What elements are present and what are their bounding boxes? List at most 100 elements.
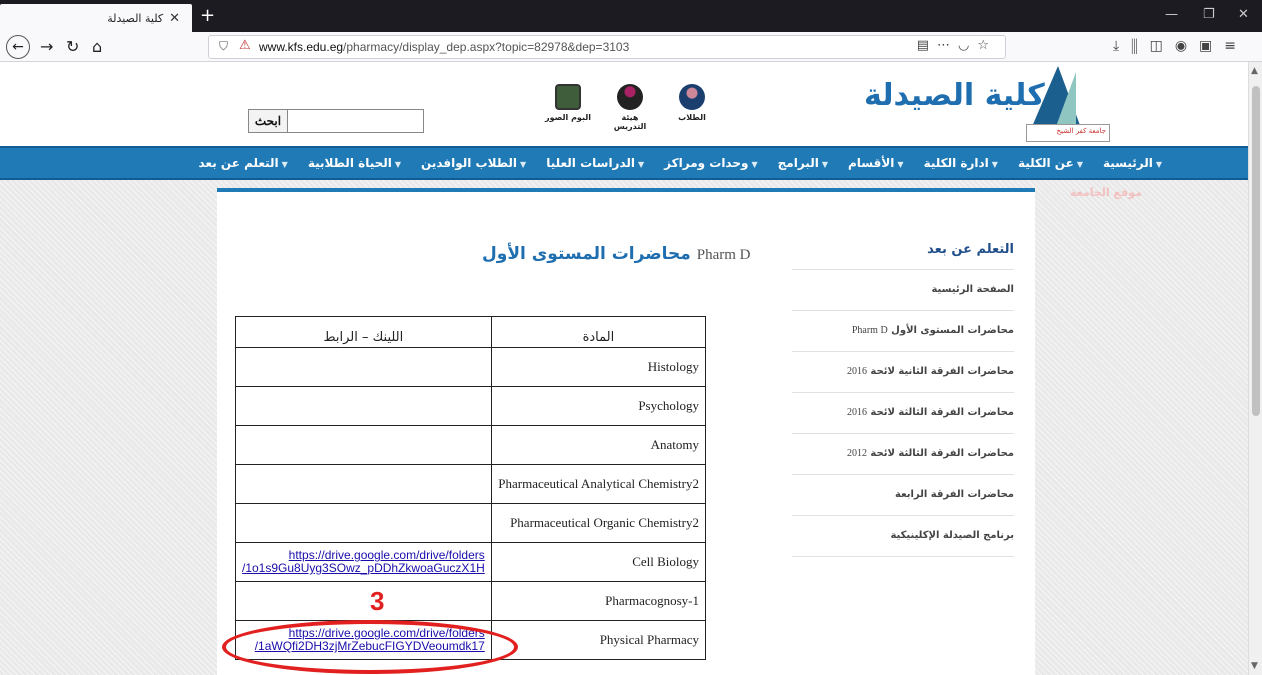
sidebar-item[interactable]: برنامج الصيدلة الإكلينيكية — [792, 516, 1014, 557]
browser-toolbar: ← → ↻ ⌂ ⛉ ⚠ www.kfs.edu.eg/pharmacy/disp… — [0, 32, 1262, 62]
sidebar-item-label: محاضرات المستوى الأول — [891, 325, 1014, 336]
link-cell — [235, 464, 492, 504]
nav-overflow-university-site[interactable]: موقع الجامعة — [1070, 186, 1142, 199]
sidebar-item[interactable]: محاضرات الفرقة الثالثة لائحة 2016 — [792, 393, 1014, 434]
faculty-staff-label: هيئة التدريس — [613, 113, 647, 131]
sidebar-item[interactable]: محاضرات الفرقة الثانية لائحة 2016 — [792, 352, 1014, 393]
insecure-lock-icon[interactable]: ⚠ — [239, 38, 251, 53]
search-input[interactable] — [288, 109, 424, 133]
url-text[interactable]: www.kfs.edu.eg/pharmacy/display_dep.aspx… — [259, 40, 629, 54]
nav-item[interactable]: الدراسات العليا ▼ — [536, 156, 654, 170]
downloads-icon[interactable]: ⤓ — [1113, 38, 1131, 54]
sidebar-item-label: الصفحة الرئيسية — [931, 284, 1014, 295]
back-icon[interactable]: ← — [6, 35, 30, 59]
students-label: الطلاب — [678, 113, 706, 122]
new-tab-button[interactable]: + — [200, 5, 215, 26]
nav-item[interactable]: الطلاب الوافدين ▼ — [411, 156, 536, 170]
site-logo[interactable]: كلية الصيدلة جامعة كفر الشيخ — [858, 66, 1120, 144]
scroll-thumb[interactable] — [1252, 86, 1260, 416]
table-row: Pharmaceutical Analytical Chemistry2 — [235, 464, 707, 504]
link-line-2: /1o1s9Gu8Uyg3SOwz_pDDhZkwoaGuczX1H — [242, 561, 485, 575]
close-window-icon[interactable]: ✕ — [1238, 7, 1249, 22]
nav-item[interactable]: التعلم عن بعد ▼ — [189, 156, 298, 170]
scroll-up-icon[interactable]: ▲ — [1251, 66, 1258, 76]
vertical-scrollbar[interactable]: ▲ ▼ — [1248, 62, 1262, 675]
logo-text: كلية الصيدلة — [864, 78, 1045, 113]
subject-cell: Histology — [490, 347, 707, 387]
forward-icon[interactable]: → — [40, 37, 53, 57]
page-title: محاضرات المستوى الأول Pharm D — [482, 244, 750, 264]
link-cell — [235, 347, 492, 387]
pocket-icon[interactable]: ◡ — [958, 38, 977, 53]
students-link[interactable]: الطلاب — [666, 84, 718, 122]
drive-folder-link[interactable]: https://drive.google.com/drive/folders/1… — [242, 548, 485, 575]
browser-tab-bar: كلية الصيدلة ✕ + — ❐ ✕ — [0, 0, 1262, 32]
extension-icon[interactable]: ▣ — [1199, 38, 1224, 54]
chevron-down-icon: ▼ — [751, 160, 758, 169]
link-cell — [235, 581, 492, 621]
toolbar-icons: ⤓⫼◫◉▣≡ — [1113, 38, 1248, 54]
annotation-ellipse — [222, 620, 518, 674]
table-row: https://drive.google.com/drive/folders/1… — [235, 542, 707, 582]
account-icon[interactable]: ◉ — [1175, 38, 1199, 54]
sidebar-item-label: محاضرات الفرقة الرابعة — [895, 489, 1014, 500]
subject-cell: Pharmacognosy-1 — [490, 581, 707, 621]
url-actions: ▤⋯◡☆ — [917, 38, 997, 53]
faculty-staff-link[interactable]: هيئة التدريس — [604, 84, 656, 131]
nav-item[interactable]: البرامج ▼ — [768, 156, 838, 170]
reload-icon[interactable]: ↻ — [66, 37, 79, 57]
nav-list: الرئيسية ▼ عن الكلية ▼ ادارة الكلية ▼ الأقسام ▼… — [189, 156, 1173, 170]
bookmark-star-icon[interactable]: ☆ — [977, 38, 997, 53]
sidebar-item[interactable]: Pharm D محاضرات المستوى الأول — [792, 311, 1014, 352]
nav-item[interactable]: الرئيسية ▼ — [1093, 156, 1172, 170]
subject-cell: Pharmaceutical Organic Chemistry2 — [490, 503, 707, 543]
annotation-number: 3 — [370, 586, 385, 616]
page-actions-icon[interactable]: ⋯ — [937, 38, 958, 53]
scroll-down-icon[interactable]: ▼ — [1251, 661, 1258, 671]
menu-icon[interactable]: ≡ — [1224, 38, 1248, 54]
tracking-shield-icon[interactable]: ⛉ — [219, 39, 228, 54]
reader-view-icon[interactable]: ▤ — [917, 38, 937, 53]
table-row: Anatomy — [235, 425, 707, 465]
nav-item[interactable]: وحدات ومراكز ▼ — [654, 156, 767, 170]
page-title-latin: Pharm D — [696, 247, 751, 263]
subject-cell: Anatomy — [490, 425, 707, 465]
nav-item-label: الطلاب الوافدين — [421, 156, 518, 170]
nav-item-label: البرامج — [777, 156, 819, 170]
home-icon[interactable]: ⌂ — [92, 37, 102, 57]
nav-item[interactable]: ادارة الكلية ▼ — [914, 156, 1008, 170]
sidebar-item[interactable]: محاضرات الفرقة الثالثة لائحة 2012 — [792, 434, 1014, 475]
link-cell — [235, 425, 492, 465]
close-tab-icon[interactable]: ✕ — [169, 11, 180, 26]
search-button[interactable]: ابحث — [248, 109, 288, 133]
sidebar-item[interactable]: محاضرات الفرقة الرابعة — [792, 475, 1014, 516]
url-bar[interactable]: ⛉ ⚠ www.kfs.edu.eg/pharmacy/display_dep.… — [208, 35, 1006, 59]
restore-icon[interactable]: ❐ — [1203, 7, 1215, 22]
table-row: Psychology — [235, 386, 707, 426]
table-row: Pharmaceutical Organic Chemistry2 — [235, 503, 707, 543]
browser-tab[interactable]: كلية الصيدلة ✕ — [0, 4, 192, 32]
photo-album-link[interactable]: البوم الصور — [542, 84, 594, 122]
nav-item[interactable]: عن الكلية ▼ — [1008, 156, 1093, 170]
photo-album-icon — [555, 84, 581, 110]
chevron-down-icon: ▼ — [821, 160, 828, 169]
nav-item[interactable]: الحياة الطلابية ▼ — [298, 156, 411, 170]
chevron-down-icon: ▼ — [394, 160, 402, 169]
library-icon[interactable]: ⫼ — [1131, 38, 1149, 54]
sidebar-item-latin: 2016 — [846, 366, 867, 377]
nav-item[interactable]: الأقسام ▼ — [838, 156, 914, 170]
minimize-icon[interactable]: — — [1165, 7, 1178, 22]
nav-item-label: عن الكلية — [1017, 156, 1074, 170]
chevron-down-icon: ▼ — [1155, 160, 1162, 169]
subject-cell: Physical Pharmacy — [490, 620, 707, 660]
nav-item-label: الأقسام — [847, 156, 895, 170]
subject-cell: Pharmaceutical Analytical Chemistry2 — [490, 464, 707, 504]
sidebar-menu: التعلم عن بعد الصفحة الرئيسية Pharm D محا… — [792, 234, 1014, 557]
table-header-row: اللينك – الرابط المادة — [235, 316, 707, 348]
university-badge: جامعة كفر الشيخ — [1026, 124, 1110, 142]
table-row: Histology — [235, 347, 707, 387]
chevron-down-icon: ▼ — [1076, 160, 1083, 169]
table-body: Histology Psychology Anatomy Pharmaceutical… — [235, 347, 707, 660]
sidebar-icon[interactable]: ◫ — [1150, 38, 1175, 54]
sidebar-item[interactable]: الصفحة الرئيسية — [792, 270, 1014, 311]
